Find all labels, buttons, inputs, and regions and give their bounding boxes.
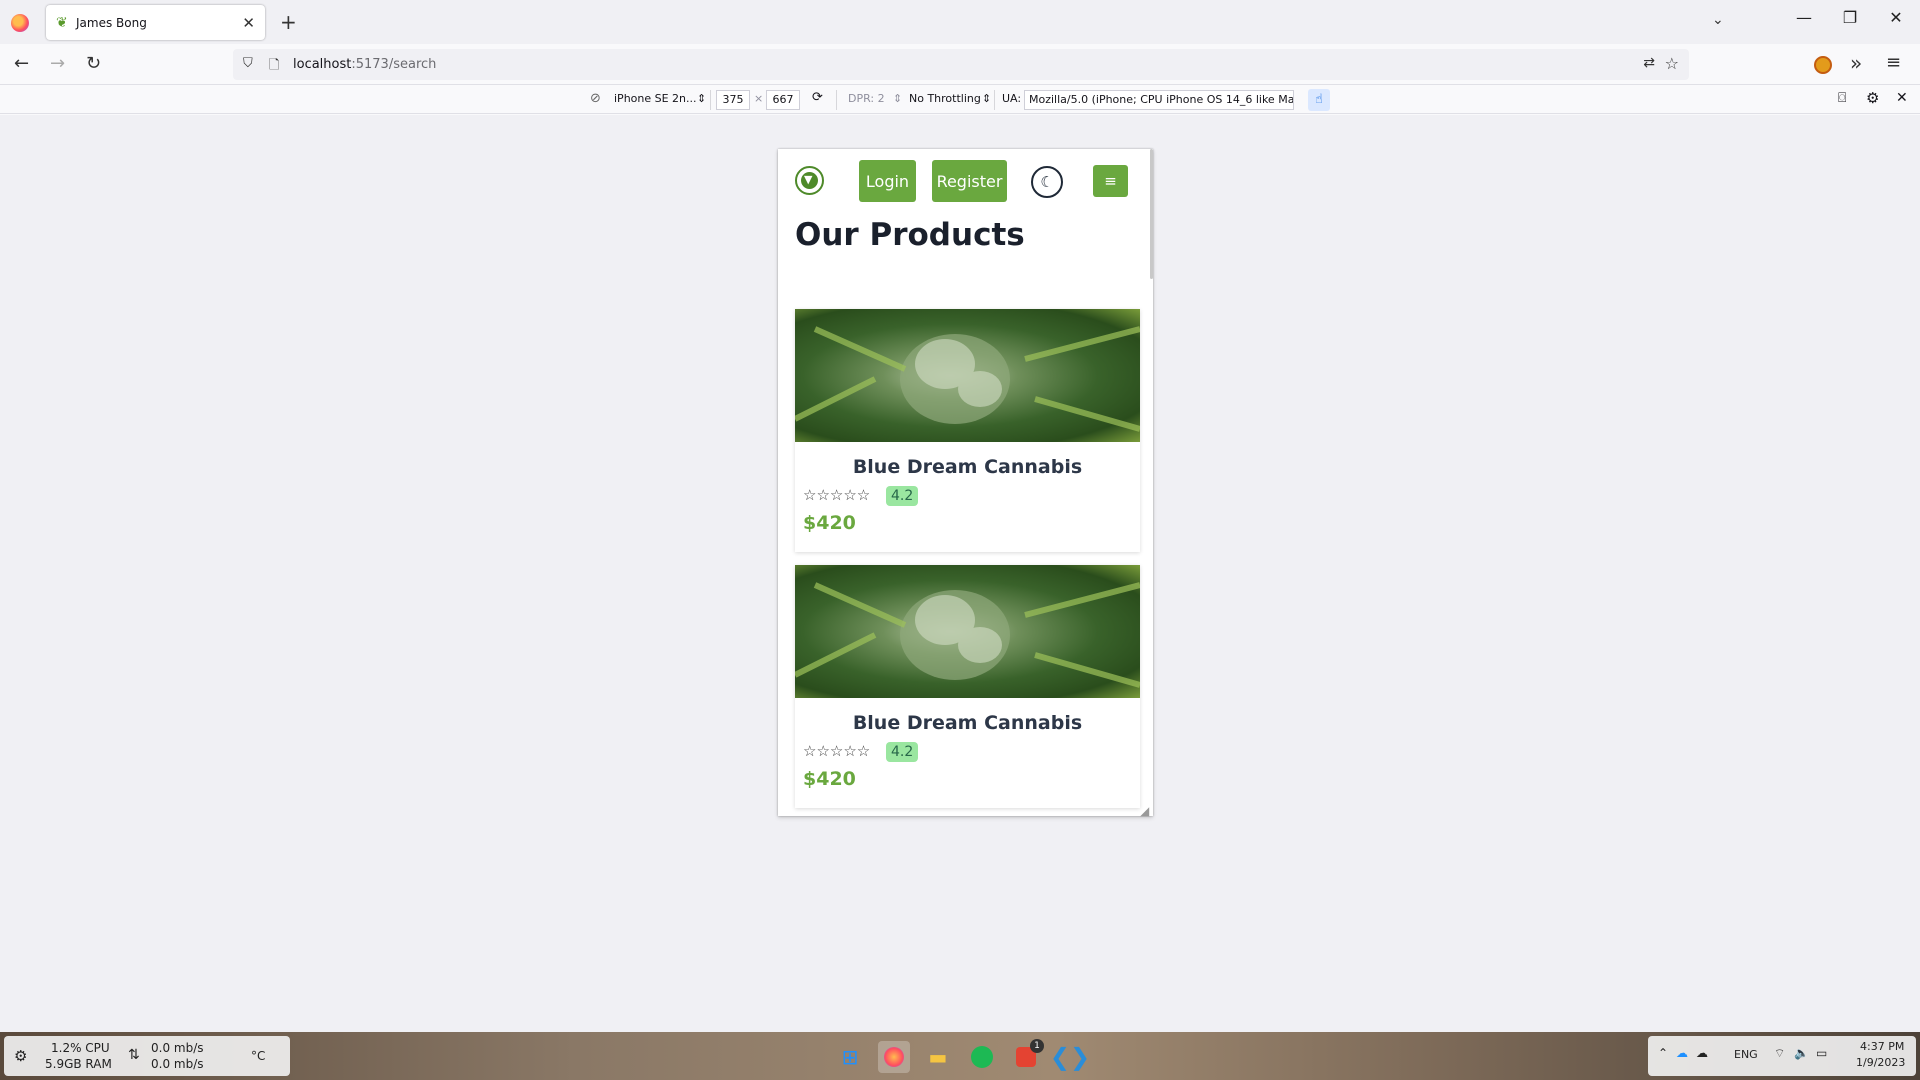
register-button[interactable]: Register [932, 160, 1007, 202]
product-price: $420 [803, 768, 856, 790]
viewport-width-input[interactable]: 375 [716, 90, 750, 110]
product-image[interactable] [795, 309, 1140, 442]
tab-title: James Bong [76, 15, 147, 30]
page-title: Our Products [795, 217, 1025, 253]
windows-start-icon[interactable]: ⊞ [834, 1041, 866, 1073]
bookmark-star-icon[interactable]: ☆ [1665, 54, 1679, 73]
close-rdm-icon[interactable]: ✕ [1896, 90, 1908, 106]
system-tray: ⌃ ☁ ☁ ENG ⌔ 🔈 ▭ 4:37 PM 1/9/2023 [1648, 1036, 1916, 1076]
throttling-selector[interactable]: No Throttling [909, 92, 981, 105]
dpr-arrow-icon[interactable]: ⇕ [893, 92, 902, 105]
notification-badge: 1 [1030, 1039, 1044, 1053]
dpr-selector[interactable]: DPR: 2 [848, 92, 885, 105]
ua-label: UA: [1002, 92, 1022, 105]
product-name[interactable]: Blue Dream Cannabis [795, 712, 1140, 734]
device-viewport: Login Register ☾ ≡ Our Products [778, 149, 1153, 816]
temperature: °C [251, 1049, 266, 1063]
clock-time[interactable]: 4:37 PM [1860, 1040, 1904, 1053]
more-tools-icon[interactable]: » [1850, 51, 1862, 75]
new-tab-icon[interactable]: + [280, 10, 297, 34]
navigation-bar: ← → ↻ ⛉ 🗋 localhost:5173/search ⇄ ☆ » ≡ [0, 44, 1920, 85]
responsive-design-toolbar: ⊘ iPhone SE 2n... ⇕ 375 × 667 ⟳ DPR: 2 ⇕… [0, 86, 1920, 114]
chevron-up-icon[interactable]: ⌃ [1658, 1046, 1668, 1060]
extension-icon[interactable] [1814, 56, 1832, 74]
app-menu-icon[interactable]: ≡ [1886, 52, 1901, 73]
restore-icon[interactable]: ❐ [1830, 8, 1870, 27]
star-rating-icons: ☆☆☆☆☆ [803, 486, 871, 504]
cpu-usage: 1.2% CPU [51, 1041, 110, 1055]
separator [836, 90, 837, 110]
rating-badge: 4.2 [886, 742, 919, 762]
minimize-icon[interactable]: — [1784, 8, 1824, 27]
throttling-arrow-icon[interactable]: ⇕ [982, 92, 991, 105]
battery-icon[interactable]: ▭ [1816, 1046, 1827, 1060]
leaf-icon: ❦ [56, 14, 68, 31]
device-selector-arrow-icon[interactable]: ⇕ [697, 92, 706, 105]
separator [994, 90, 995, 110]
net-upload: 0.0 mb/s [151, 1041, 204, 1055]
spotify-icon[interactable] [966, 1041, 998, 1073]
translate-icon[interactable]: ⇄ [1643, 55, 1655, 71]
product-card[interactable]: Blue Dream Cannabis ☆☆☆☆☆ 4.2 $420 [795, 309, 1140, 552]
device-selector[interactable]: iPhone SE 2n... [614, 92, 697, 105]
browser-tab[interactable]: ❦ James Bong ✕ [46, 5, 265, 40]
file-explorer-icon[interactable]: ▬ [922, 1041, 954, 1073]
theme-toggle-moon-icon[interactable]: ☾ [1031, 166, 1063, 198]
clock-date[interactable]: 1/9/2023 [1856, 1056, 1905, 1069]
back-icon[interactable]: ← [14, 53, 29, 74]
device-area: Login Register ☾ ≡ Our Products [0, 115, 1920, 1032]
vscode-icon[interactable]: ❮❯ [1050, 1041, 1090, 1073]
star-rating-icons: ☆☆☆☆☆ [803, 742, 871, 760]
product-image[interactable] [795, 565, 1140, 698]
hamburger-menu-icon[interactable]: ≡ [1093, 165, 1128, 197]
todoist-icon[interactable]: 1 [1010, 1039, 1044, 1073]
network-arrows-icon: ⇅ [128, 1047, 140, 1063]
taskbar: ⚙ 1.2% CPU 5.9GB RAM ⇅ 0.0 mb/s 0.0 mb/s… [0, 1032, 1920, 1080]
system-monitor-widget[interactable]: ⚙ 1.2% CPU 5.9GB RAM ⇅ 0.0 mb/s 0.0 mb/s… [4, 1036, 290, 1076]
site-logo-icon[interactable] [795, 166, 824, 195]
cannabis-plant-image [795, 326, 1140, 432]
net-download: 0.0 mb/s [151, 1057, 204, 1071]
page-icon: 🗋 [269, 58, 280, 73]
reload-icon[interactable]: ↻ [86, 53, 101, 74]
product-name[interactable]: Blue Dream Cannabis [795, 456, 1140, 478]
touch-simulation-icon[interactable]: ☝ [1308, 89, 1330, 111]
onedrive-cloud-icon[interactable]: ☁ [1676, 1046, 1688, 1060]
screenshot-icon[interactable]: ⌼ [1838, 90, 1846, 106]
volume-icon[interactable]: 🔈 [1794, 1046, 1809, 1060]
cpu-chip-icon: ⚙ [14, 1047, 28, 1065]
url-bar[interactable]: ⛉ 🗋 localhost:5173/search ⇄ ☆ [233, 49, 1689, 80]
viewport-height-input[interactable]: 667 [766, 90, 800, 110]
cannabis-plant-image [795, 582, 1140, 688]
forward-icon[interactable]: → [50, 53, 65, 74]
separator [710, 90, 711, 110]
viewport-scrollbar[interactable] [1150, 149, 1153, 279]
firefox-taskbar-icon[interactable] [878, 1041, 910, 1073]
user-agent-input[interactable]: Mozilla/5.0 (iPhone; CPU iPhone OS 14_6 … [1024, 90, 1294, 110]
device-icon: ⊘ [590, 91, 601, 106]
url-text[interactable]: localhost:5173/search [293, 57, 436, 72]
product-price: $420 [803, 512, 856, 534]
cloud-icon[interactable]: ☁ [1696, 1046, 1708, 1060]
login-button[interactable]: Login [859, 160, 916, 202]
dimension-times: × [754, 92, 764, 105]
ram-usage: 5.9GB RAM [45, 1057, 112, 1071]
tab-strip: ❦ James Bong ✕ + ⌄ — ❐ ✕ [0, 0, 1920, 44]
rotate-icon[interactable]: ⟳ [812, 90, 823, 105]
shield-icon[interactable]: ⛉ [243, 56, 253, 71]
language-indicator[interactable]: ENG [1734, 1048, 1758, 1061]
rating-badge: 4.2 [886, 486, 919, 506]
firefox-icon [11, 14, 29, 32]
list-tabs-icon[interactable]: ⌄ [1712, 12, 1724, 28]
product-card[interactable]: Blue Dream Cannabis ☆☆☆☆☆ 4.2 $420 [795, 565, 1140, 808]
close-tab-icon[interactable]: ✕ [242, 14, 255, 32]
close-window-icon[interactable]: ✕ [1876, 8, 1916, 27]
viewport-resize-handle[interactable]: ◢ [1140, 804, 1154, 818]
wifi-icon[interactable]: ⌔ [1774, 1046, 1785, 1061]
settings-gear-icon[interactable]: ⚙ [1866, 89, 1879, 107]
